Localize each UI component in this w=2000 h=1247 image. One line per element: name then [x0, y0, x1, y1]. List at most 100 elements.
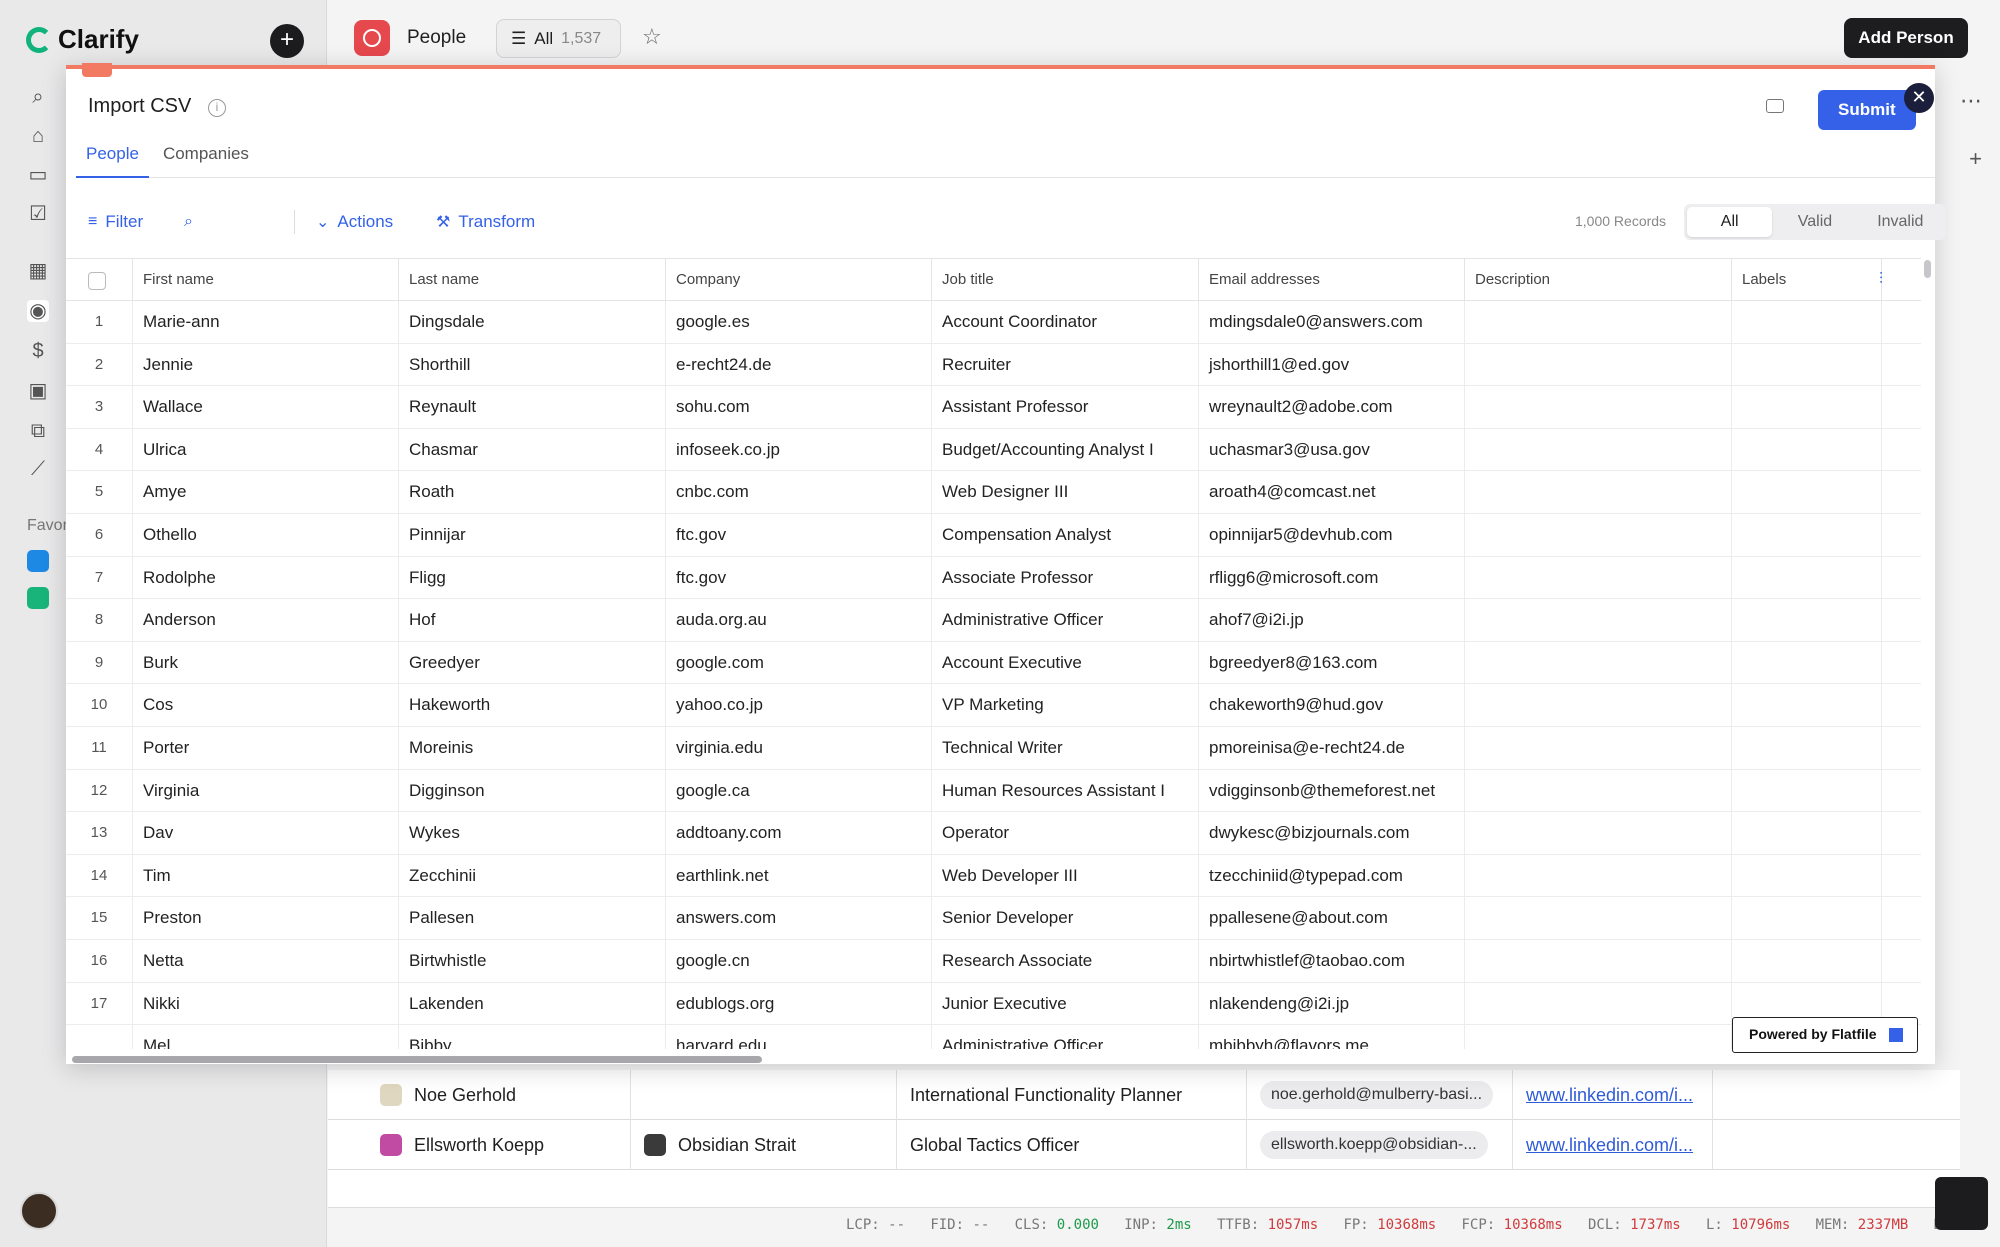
person-cell[interactable]: Ellsworth Koepp [380, 1120, 544, 1170]
create-button[interactable]: + [270, 24, 304, 58]
company-cell[interactable]: google.com [666, 641, 932, 684]
favorite-list-icon[interactable] [27, 550, 49, 572]
table-row[interactable]: Noe Gerhold International Functionality … [328, 1070, 1960, 1120]
search-button[interactable]: ⌕ [184, 204, 193, 240]
table-row[interactable]: Mel Bibby harvard.edu Administrative Office… [66, 1025, 1921, 1049]
email-cell[interactable]: dwykesc@bizjournals.com [1199, 812, 1465, 855]
last-name-cell[interactable]: Roath [399, 471, 666, 514]
email-chip[interactable]: noe.gerhold@mulberry-basi... [1260, 1081, 1494, 1109]
description-cell[interactable] [1465, 514, 1732, 556]
company-cell[interactable]: sohu.com [666, 386, 932, 429]
description-cell[interactable] [1465, 599, 1732, 642]
table-row[interactable]: 6 Othello Pinnijar ftc.gov Compensation Anal… [66, 514, 1921, 557]
last-name-cell[interactable]: Bibby [399, 1025, 666, 1049]
labels-cell[interactable] [1732, 727, 1882, 769]
first-name-cell[interactable]: Virginia [133, 769, 399, 812]
company-cell[interactable]: auda.org.au [666, 599, 932, 642]
email-cell[interactable]: opinnijar5@devhub.com [1199, 514, 1465, 556]
last-name-cell[interactable]: Zecchinii [399, 854, 666, 897]
first-name-cell[interactable]: Othello [133, 514, 399, 556]
company-cell[interactable]: Obsidian Strait [644, 1120, 796, 1170]
company-cell[interactable]: infoseek.co.jp [666, 428, 932, 471]
email-cell[interactable]: noe.gerhold@mulberry-basi... [1260, 1070, 1494, 1120]
app-logo[interactable]: Clarify [26, 24, 139, 55]
company-cell[interactable]: google.cn [666, 940, 932, 982]
description-cell[interactable] [1465, 940, 1732, 982]
star-icon[interactable]: ☆ [642, 24, 662, 50]
column-header-email[interactable]: Email addresses [1199, 259, 1465, 301]
labels-cell[interactable] [1732, 471, 1882, 514]
last-name-cell[interactable]: Digginson [399, 769, 666, 812]
email-cell[interactable]: aroath4@comcast.net [1199, 471, 1465, 514]
labels-cell[interactable] [1732, 556, 1882, 599]
first-name-cell[interactable]: Netta [133, 940, 399, 982]
labels-cell[interactable] [1732, 812, 1882, 855]
labels-cell[interactable] [1732, 343, 1882, 386]
last-name-cell[interactable]: Shorthill [399, 343, 666, 386]
description-cell[interactable] [1465, 727, 1732, 769]
more-icon[interactable]: ⋯ [1960, 88, 1982, 114]
email-cell[interactable]: mbibbyh@flavors.me [1199, 1025, 1465, 1049]
company-cell[interactable]: ftc.gov [666, 514, 932, 556]
first-name-cell[interactable]: Preston [133, 897, 399, 940]
tab-people[interactable]: People [76, 142, 149, 178]
description-cell[interactable] [1465, 471, 1732, 514]
first-name-cell[interactable]: Anderson [133, 599, 399, 642]
description-cell[interactable] [1465, 343, 1732, 386]
email-cell[interactable]: rfligg6@microsoft.com [1199, 556, 1465, 599]
calendar-icon[interactable]: ▣ [27, 380, 49, 402]
info-icon[interactable]: i [208, 99, 226, 117]
first-name-cell[interactable]: Wallace [133, 386, 399, 429]
horizontal-scrollbar[interactable] [72, 1056, 762, 1063]
first-name-cell[interactable]: Porter [133, 727, 399, 769]
email-cell[interactable]: vdigginsonb@themeforest.net [1199, 769, 1465, 812]
actions-button[interactable]: ⌄ Actions [316, 204, 393, 240]
labels-cell[interactable] [1732, 769, 1882, 812]
description-cell[interactable] [1465, 428, 1732, 471]
companies-icon[interactable]: ▦ [27, 260, 49, 282]
transform-button[interactable]: ⚒ Transform [436, 204, 535, 240]
company-cell[interactable]: addtoany.com [666, 812, 932, 855]
first-name-cell[interactable]: Nikki [133, 982, 399, 1025]
last-name-cell[interactable]: Pinnijar [399, 514, 666, 556]
table-row[interactable]: 1 Marie-ann Dingsdale google.es Account Coor… [66, 301, 1921, 344]
table-row[interactable]: 4 Ulrica Chasmar infoseek.co.jp Budget/Accou… [66, 428, 1921, 472]
job-title-cell[interactable]: Administrative Officer [932, 599, 1199, 642]
labels-cell[interactable] [1732, 301, 1882, 343]
people-icon[interactable]: ◉ [27, 300, 49, 322]
powered-by-badge[interactable]: Powered by Flatfile [1732, 1017, 1918, 1053]
first-name-cell[interactable]: Tim [133, 854, 399, 897]
devtools-toggle-button[interactable] [1935, 1177, 1988, 1230]
company-cell[interactable]: ftc.gov [666, 556, 932, 599]
email-cell[interactable]: tzecchiniid@typepad.com [1199, 854, 1465, 897]
user-avatar[interactable] [20, 1192, 58, 1230]
table-row[interactable]: 16 Netta Birtwhistle google.cn Research Asso… [66, 940, 1921, 983]
job-title-cell[interactable]: Web Developer III [932, 854, 1199, 897]
company-cell[interactable]: harvard.edu [666, 1025, 932, 1049]
first-name-cell[interactable]: Marie-ann [133, 301, 399, 343]
labels-cell[interactable] [1732, 940, 1882, 982]
labels-cell[interactable] [1732, 428, 1882, 471]
table-row[interactable]: 15 Preston Pallesen answers.com Senior Devel… [66, 897, 1921, 940]
company-cell[interactable]: google.ca [666, 769, 932, 812]
email-cell[interactable]: bgreedyer8@163.com [1199, 641, 1465, 684]
reports-icon[interactable]: ⟋ [27, 458, 49, 480]
linkedin-cell[interactable]: www.linkedin.com/i... [1526, 1120, 1693, 1170]
column-header-job-title[interactable]: Job title [932, 259, 1199, 301]
workflows-icon[interactable]: ⧉ [27, 420, 49, 442]
filter-all[interactable]: All [1687, 207, 1773, 237]
company-cell[interactable]: earthlink.net [666, 854, 932, 897]
company-cell[interactable]: e-recht24.de [666, 343, 932, 386]
email-cell[interactable]: uchasmar3@usa.gov [1199, 428, 1465, 471]
table-row[interactable]: 17 Nikki Lakenden edublogs.org Junior Execut… [66, 982, 1921, 1026]
email-cell[interactable]: wreynault2@adobe.com [1199, 386, 1465, 429]
vertical-scrollbar[interactable] [1924, 260, 1931, 278]
company-cell[interactable]: google.es [666, 301, 932, 343]
tasks-icon[interactable]: ☑ [27, 203, 49, 225]
linkedin-cell[interactable]: www.linkedin.com/i... [1526, 1070, 1693, 1120]
email-chip[interactable]: ellsworth.koepp@obsidian-... [1260, 1131, 1488, 1159]
labels-cell[interactable] [1732, 641, 1882, 684]
home-icon[interactable]: ⌂ [27, 125, 49, 147]
job-title-cell[interactable]: Senior Developer [932, 897, 1199, 940]
job-title-cell[interactable]: Account Coordinator [932, 301, 1199, 343]
